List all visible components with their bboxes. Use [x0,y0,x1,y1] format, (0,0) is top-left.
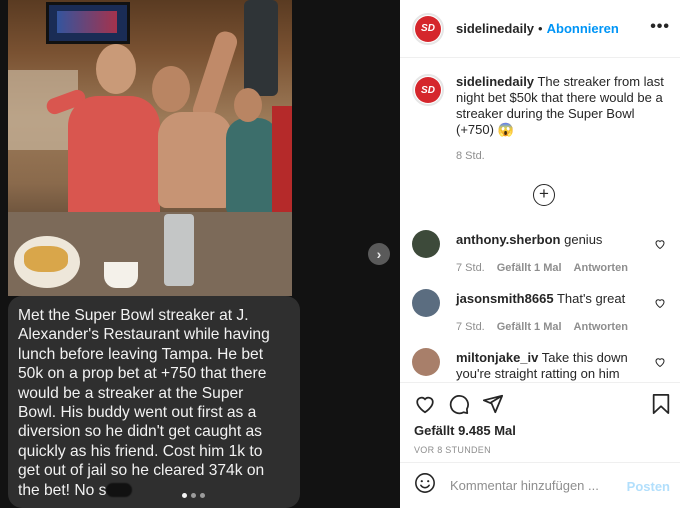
comment-list: anthony.sherbon genius 7 Std. Gefällt 1 … [412,226,672,382]
redaction-blur [106,482,133,497]
next-slide-button[interactable]: › [368,243,390,265]
caption-line: would be a streaker at the Super [18,384,244,402]
separator-dot: • [538,21,543,36]
caption-line-last: the bet! No s [18,481,290,500]
screenshot-text-bubble: Met the Super Bowl streaker at J. Alexan… [8,296,300,508]
comment-likes[interactable]: Gefällt 1 Mal [497,260,562,276]
header-username[interactable]: sidelinedaily [456,21,534,36]
post-media: › Met the Super Bowl streaker at J. Alex… [0,0,400,508]
comment-input[interactable]: Kommentar hinzufügen ... [450,478,599,493]
comment-username[interactable]: miltonjake_iv [456,350,538,365]
comment-time: 7 Std. [456,321,485,333]
carousel-dot-active [182,493,187,498]
post-date: VOR 8 STUNDEN [414,445,491,455]
profile-avatar[interactable]: SD [412,12,444,45]
comment-item: jasonsmith8665 That's great 7 Std. Gefäl… [412,285,672,344]
comment-avatar[interactable] [412,348,440,376]
avatar-logo: SD [415,15,441,42]
post-header: SD sidelinedaily • Abonnieren ••• [400,0,680,58]
likes-count[interactable]: Gefällt 9.485 Mal [414,423,516,438]
comment-input-bar: Kommentar hinzufügen ... Posten [400,462,680,508]
heart-icon[interactable] [414,393,436,415]
caption-line: lunch before leaving Tampa. He bet [18,345,264,363]
tv-screen [46,2,130,44]
comment-username[interactable]: anthony.sherbon [456,232,560,247]
caption-avatar[interactable]: SD [412,74,444,106]
caption-line: 50k on a prop bet at +750 that there [18,365,267,383]
carousel-dot [200,493,205,498]
post-photo [8,0,292,296]
comment-time: 7 Std. [456,262,485,274]
comment-icon[interactable] [448,393,470,415]
emoji-icon[interactable] [414,472,436,499]
bookmark-icon[interactable] [650,393,672,415]
post-sidebar: SD sidelinedaily • Abonnieren ••• SD sid… [400,0,680,508]
comment-avatar[interactable] [412,230,440,258]
post-comment-button[interactable]: Posten [627,479,670,494]
comment-likes[interactable]: Gefällt 1 Mal [497,319,562,335]
caption-line: diversion so he didn't get caught as [18,423,262,441]
post-caption: SD sidelinedaily The streaker from last … [412,74,672,164]
post-actions: Gefällt 9.485 Mal VOR 8 STUNDEN [400,382,680,462]
reply-button[interactable]: Antworten [574,260,628,276]
plus-icon: + [539,184,549,203]
carousel-dots [182,493,205,498]
caption-line: quickly as his friend. Cost him 1k to [18,442,263,460]
comment-heart-icon[interactable] [654,356,666,368]
caption-line: get out of jail so he cleared 374k on [18,462,265,480]
comment-item: anthony.sherbon genius 7 Std. Gefällt 1 … [412,226,672,285]
comment-heart-icon[interactable] [654,297,666,309]
reply-button[interactable]: Antworten [574,319,628,335]
caption-time: 8 Std. [456,150,485,162]
caption-line: Alexander's Restaurant while having [18,326,270,344]
load-more-comments-button[interactable]: + [533,184,555,206]
comment-username[interactable]: jasonsmith8665 [456,291,554,306]
media-caption: Met the Super Bowl streaker at J. Alexan… [18,306,290,500]
carousel-dot [191,493,196,498]
comment-item: miltonjake_iv Take this down you're stra… [412,344,672,382]
caption-line: Bowl. His buddy went out first as a [18,404,257,422]
comment-avatar[interactable] [412,289,440,317]
comment-text: That's great [556,291,626,306]
chevron-right-icon: › [376,246,382,262]
caption-line: Met the Super Bowl streaker at J. [18,307,249,324]
comment-text: genius [564,232,603,247]
share-icon[interactable] [482,393,504,415]
more-options-icon[interactable]: ••• [650,18,670,36]
follow-button[interactable]: Abonnieren [547,21,619,36]
caption-username[interactable]: sidelinedaily [456,74,534,89]
comment-heart-icon[interactable] [654,238,666,250]
